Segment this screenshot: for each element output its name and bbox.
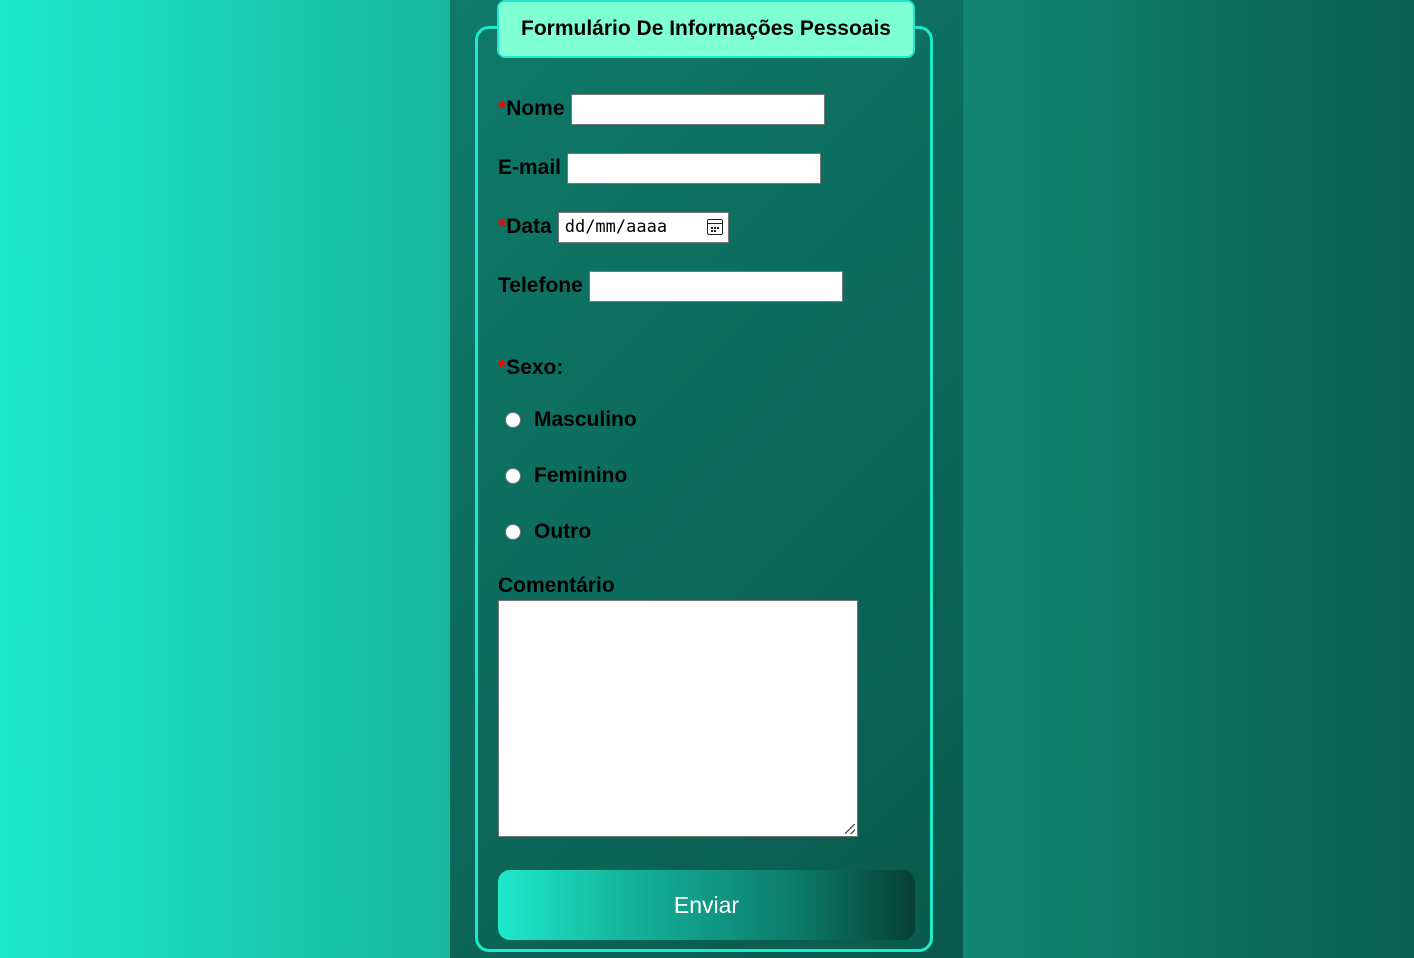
data-label: Data [506, 215, 552, 238]
submit-button[interactable]: Enviar [498, 870, 915, 940]
required-asterisk: * [498, 215, 507, 238]
comentario-label: Comentário [498, 574, 615, 597]
date-placeholder: dd/mm/aaaa [564, 217, 668, 237]
telefone-label: Telefone [498, 274, 583, 297]
radio-button[interactable] [505, 468, 521, 484]
telefone-row: Telefone [498, 270, 843, 302]
data-row: * Data dd/mm/aaaa [498, 211, 729, 243]
nome-row: * Nome [498, 93, 825, 125]
radio-button[interactable] [505, 412, 521, 428]
radio-label[interactable]: Feminino [534, 464, 627, 488]
sexo-label: Sexo: [506, 356, 564, 379]
comentario-row: Comentário [498, 571, 621, 601]
email-label: E-mail [498, 156, 562, 179]
radio-button[interactable] [505, 524, 521, 540]
email-row: E-mail [498, 152, 822, 184]
radio-label[interactable]: Outro [534, 520, 591, 544]
resize-grip-icon[interactable] [845, 824, 857, 836]
required-asterisk: * [498, 356, 507, 379]
email-input[interactable] [567, 152, 822, 184]
radio-option-masculino[interactable]: Masculino [505, 408, 637, 432]
radio-label[interactable]: Masculino [534, 408, 637, 432]
calendar-icon[interactable] [706, 218, 723, 235]
date-input[interactable]: dd/mm/aaaa [557, 211, 729, 243]
form-title: Formulário De Informações Pessoais [497, 0, 915, 58]
radio-option-outro[interactable]: Outro [505, 520, 591, 544]
telefone-input[interactable] [588, 270, 843, 302]
nome-input[interactable] [570, 93, 825, 125]
nome-label: Nome [506, 97, 565, 120]
comentario-textarea[interactable] [498, 600, 858, 837]
radio-option-feminino[interactable]: Feminino [505, 464, 627, 488]
required-asterisk: * [498, 97, 507, 120]
sexo-row: * Sexo: [498, 352, 569, 384]
